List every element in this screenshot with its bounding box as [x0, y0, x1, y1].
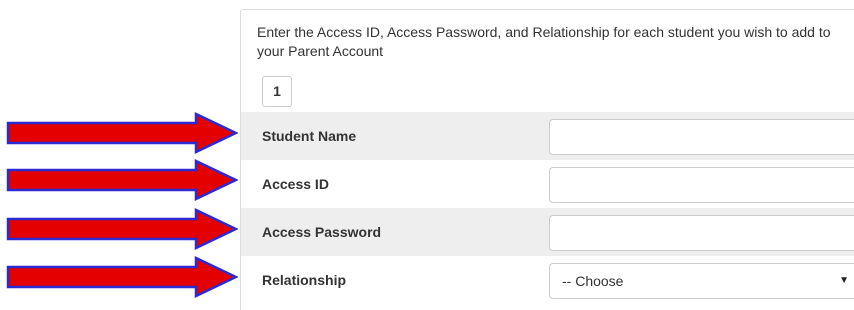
student-name-input[interactable] — [549, 119, 854, 155]
access-id-label: Access ID — [262, 176, 329, 192]
relationship-row: Relationship -- Choose ▼ — [241, 256, 854, 304]
access-password-label: Access Password — [262, 224, 382, 240]
access-password-row: Access Password — [241, 208, 854, 256]
arrow-right-icon — [6, 159, 238, 201]
student-name-label: Student Name — [262, 128, 357, 144]
relationship-select[interactable]: -- Choose ▼ — [549, 263, 854, 299]
arrow-right-icon — [6, 112, 238, 154]
arrow-right-icon — [6, 256, 238, 298]
student-tab-1[interactable]: 1 — [262, 76, 292, 107]
instructions-text: Enter the Access ID, Access Password, an… — [257, 24, 831, 59]
relationship-label: Relationship — [262, 272, 347, 288]
relationship-selected-value: -- Choose — [562, 273, 624, 289]
add-student-panel: Enter the Access ID, Access Password, an… — [240, 9, 854, 310]
access-id-input[interactable] — [549, 167, 854, 203]
access-id-row: Access ID — [241, 160, 854, 208]
stage: Enter the Access ID, Access Password, an… — [0, 0, 854, 310]
dropdown-caret-icon: ▼ — [839, 275, 849, 286]
arrow-right-icon — [6, 208, 238, 250]
access-password-input[interactable] — [549, 215, 854, 251]
student-name-row: Student Name — [241, 112, 854, 160]
